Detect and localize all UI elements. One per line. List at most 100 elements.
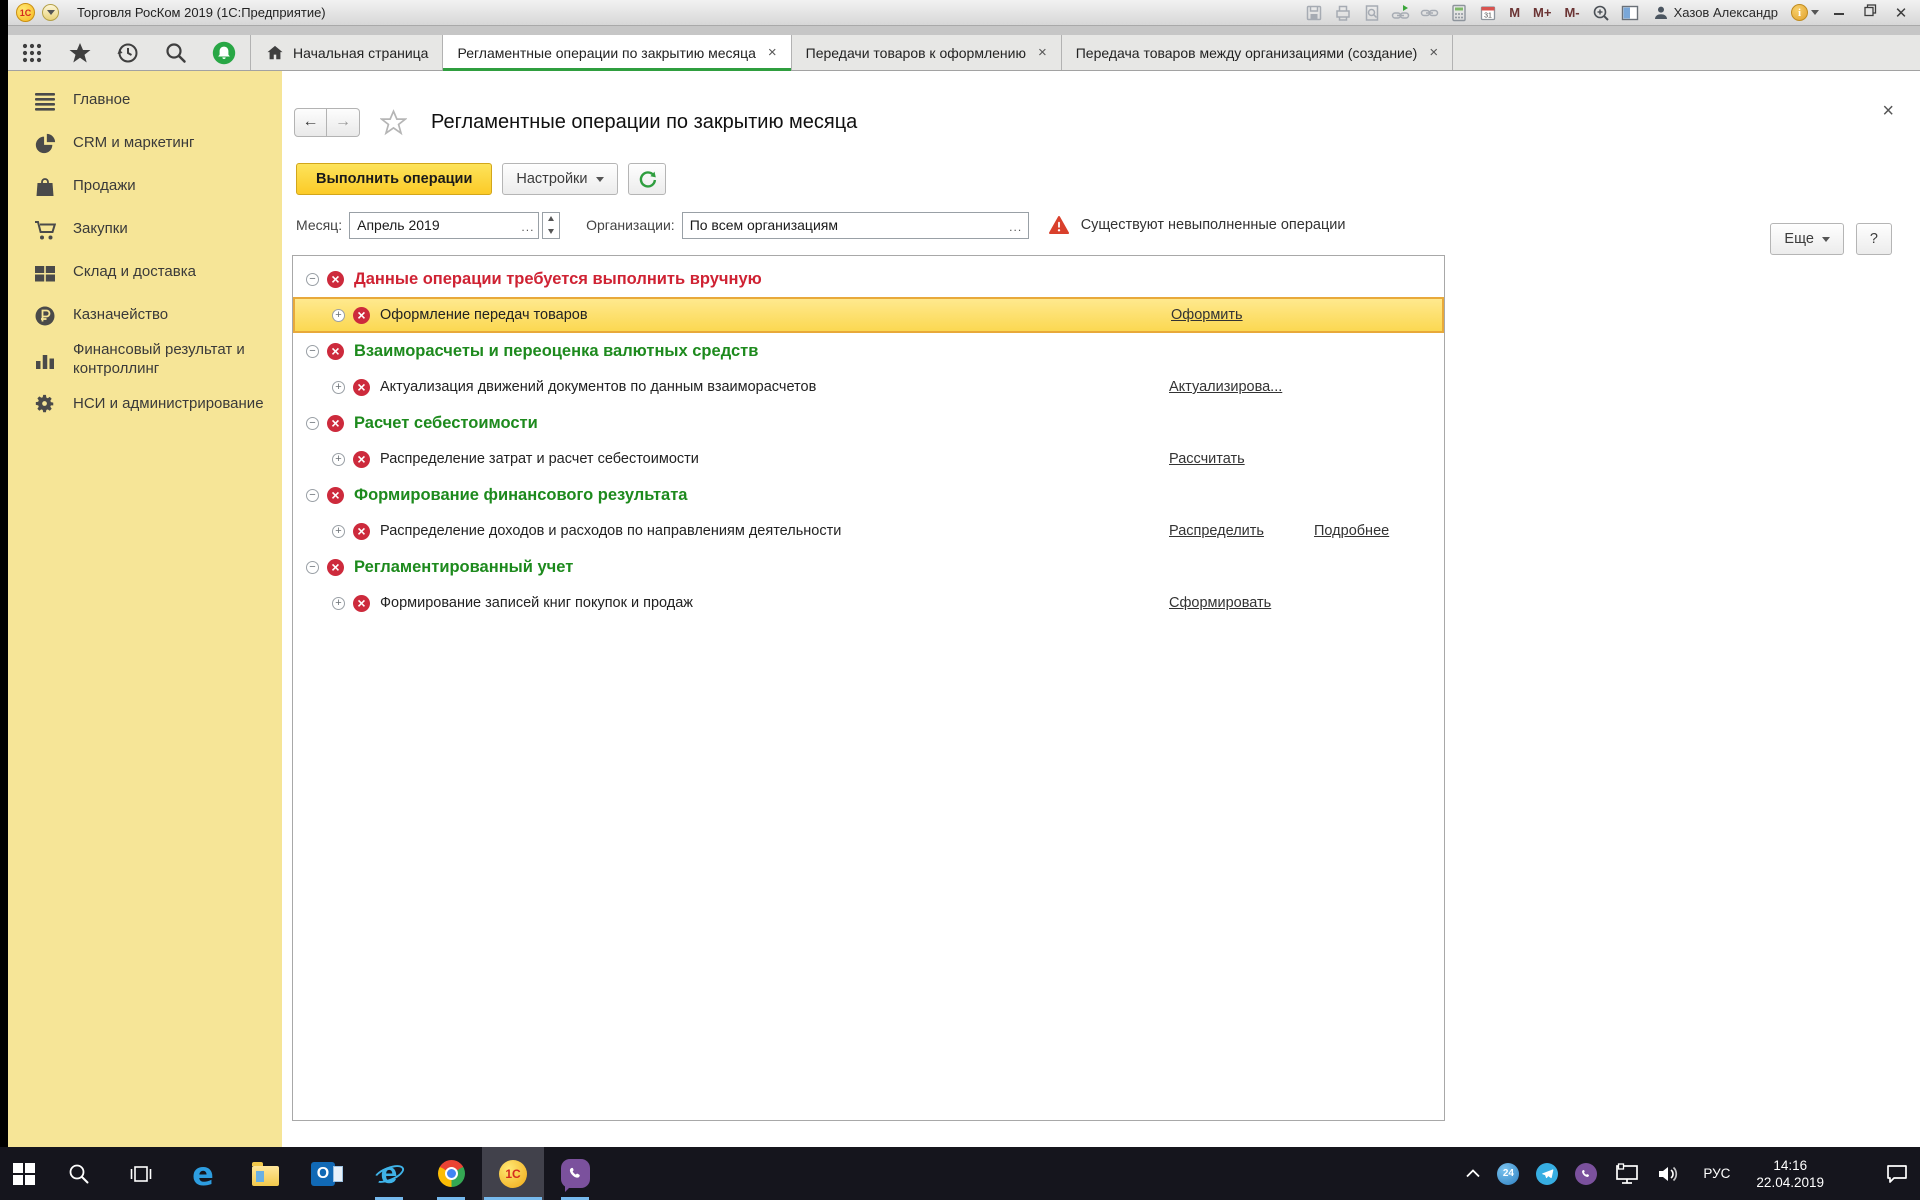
calendar-icon[interactable]: 31: [1478, 4, 1498, 22]
month-input[interactable]: [350, 213, 518, 238]
sidebar-item-purchasing[interactable]: Закупки: [8, 208, 282, 251]
expand-icon[interactable]: [332, 453, 345, 466]
tab-transfer-between-orgs[interactable]: Передача товаров между организациями (со…: [1062, 35, 1453, 70]
expand-icon[interactable]: [332, 597, 345, 610]
sidebar-item-financial-result[interactable]: Финансовый результат и контроллинг: [8, 337, 282, 383]
close-tab-icon[interactable]: [1038, 45, 1047, 60]
notification-center-button[interactable]: [1886, 1164, 1908, 1184]
favorite-star-icon[interactable]: [380, 109, 407, 136]
tab-home[interactable]: Начальная страница: [251, 35, 443, 70]
start-button[interactable]: [0, 1147, 48, 1200]
task-view-button[interactable]: [110, 1147, 172, 1200]
action-link[interactable]: Распределить: [1169, 523, 1264, 539]
memory-m-plus-button[interactable]: M+: [1531, 5, 1553, 20]
action-link[interactable]: Сформировать: [1169, 595, 1271, 611]
action-link[interactable]: Оформить: [1171, 307, 1243, 323]
current-user[interactable]: Хазов Александр: [1653, 5, 1778, 21]
details-link[interactable]: Подробнее: [1314, 523, 1389, 539]
back-button[interactable]: ←: [294, 108, 327, 137]
collapse-icon[interactable]: [306, 417, 319, 430]
network-tray-icon[interactable]: [1614, 1163, 1640, 1185]
restore-button[interactable]: [1859, 4, 1881, 21]
tray-expand-button[interactable]: [1466, 1169, 1480, 1178]
outlook-button[interactable]: O: [296, 1147, 358, 1200]
sidebar-item-sales[interactable]: Продажи: [8, 165, 282, 208]
settings-button[interactable]: Настройки: [502, 163, 617, 195]
edge-button[interactable]: e: [172, 1147, 234, 1200]
notifications-bell-icon[interactable]: [212, 41, 236, 65]
organization-picker-button[interactable]: ...: [1004, 213, 1028, 238]
tree-group-row[interactable]: Взаиморасчеты и переоценка валютных сред…: [293, 333, 1444, 369]
chevron-up-icon: [548, 216, 554, 221]
refresh-button[interactable]: [628, 163, 666, 195]
print-icon[interactable]: [1333, 4, 1353, 22]
save-icon[interactable]: [1304, 4, 1324, 22]
all-functions-menu-icon[interactable]: [20, 41, 44, 65]
language-indicator[interactable]: РУС: [1703, 1166, 1730, 1181]
stepper-down-button[interactable]: [543, 225, 559, 238]
action-link[interactable]: Рассчитать: [1169, 451, 1245, 467]
file-explorer-button[interactable]: [234, 1147, 296, 1200]
tree-group-row[interactable]: Регламентированный учет: [293, 549, 1444, 585]
close-tab-icon[interactable]: [1429, 45, 1438, 60]
tree-item-row[interactable]: Распределение затрат и расчет себестоимо…: [293, 441, 1444, 477]
more-button[interactable]: Еще: [1770, 223, 1844, 255]
history-icon[interactable]: [116, 41, 140, 65]
close-button[interactable]: ✕: [1890, 4, 1912, 22]
info-button[interactable]: i: [1791, 4, 1819, 21]
get-link-icon[interactable]: [1391, 4, 1411, 22]
taskbar-search-button[interactable]: [48, 1147, 110, 1200]
expand-icon[interactable]: [332, 525, 345, 538]
minimize-button[interactable]: [1828, 4, 1850, 21]
forward-button[interactable]: →: [327, 108, 360, 137]
error-status-icon: [327, 343, 344, 360]
sidebar-item-warehouse[interactable]: Склад и доставка: [8, 251, 282, 294]
stepper-up-button[interactable]: [543, 213, 559, 226]
taskbar-clock[interactable]: 14:16 22.04.2019: [1756, 1157, 1824, 1191]
volume-tray-icon[interactable]: [1657, 1164, 1681, 1184]
tree-group-row[interactable]: Расчет себестоимости: [293, 405, 1444, 441]
sidebar-item-crm[interactable]: CRM и маркетинг: [8, 122, 282, 165]
viber-button[interactable]: [544, 1147, 606, 1200]
collapse-icon[interactable]: [306, 489, 319, 502]
tray-badge-24-icon[interactable]: 24: [1497, 1163, 1519, 1185]
close-form-icon[interactable]: [1882, 101, 1894, 121]
1c-app-button[interactable]: 1С: [482, 1147, 544, 1200]
go-to-link-icon[interactable]: [1420, 4, 1440, 22]
memory-m-button[interactable]: M: [1507, 5, 1522, 20]
search-icon[interactable]: [164, 41, 188, 65]
calculator-icon[interactable]: [1449, 4, 1469, 22]
execute-operations-button[interactable]: Выполнить операции: [296, 163, 492, 195]
tree-item-row[interactable]: Актуализация движений документов по данн…: [293, 369, 1444, 405]
expand-icon[interactable]: [332, 381, 345, 394]
action-link[interactable]: Актуализирова...: [1169, 379, 1282, 395]
collapse-icon[interactable]: [306, 345, 319, 358]
favorites-icon[interactable]: [68, 41, 92, 65]
telegram-tray-icon[interactable]: [1536, 1163, 1558, 1185]
month-picker-button[interactable]: ...: [518, 213, 538, 238]
viber-tray-icon[interactable]: [1575, 1163, 1597, 1185]
collapse-icon[interactable]: [306, 561, 319, 574]
collapse-icon[interactable]: [306, 273, 319, 286]
tree-item-row[interactable]: Распределение доходов и расходов по напр…: [293, 513, 1444, 549]
tree-item-row-selected[interactable]: Оформление передач товаров Оформить: [293, 297, 1444, 333]
help-button[interactable]: ?: [1856, 223, 1892, 255]
tab-goods-transfers[interactable]: Передачи товаров к оформлению: [792, 35, 1062, 70]
sidebar-item-main[interactable]: Главное: [8, 79, 282, 122]
sidebar-item-treasury[interactable]: Казначейство: [8, 294, 282, 337]
close-tab-icon[interactable]: [768, 45, 777, 60]
expand-icon[interactable]: [332, 309, 345, 322]
chrome-button[interactable]: [420, 1147, 482, 1200]
system-menu-button[interactable]: [42, 4, 59, 21]
sidebar-item-administration[interactable]: НСИ и администрирование: [8, 383, 282, 426]
tree-item-row[interactable]: Формирование записей книг покупок и прод…: [293, 585, 1444, 621]
print-preview-icon[interactable]: [1362, 4, 1382, 22]
organization-input[interactable]: [683, 213, 1004, 238]
zoom-icon[interactable]: [1591, 4, 1611, 22]
tree-group-row[interactable]: Данные операции требуется выполнить вруч…: [293, 261, 1444, 297]
tree-group-row[interactable]: Формирование финансового результата: [293, 477, 1444, 513]
memory-m-minus-button[interactable]: M-: [1562, 5, 1581, 20]
internet-explorer-button[interactable]: e: [358, 1147, 420, 1200]
split-window-icon[interactable]: [1620, 4, 1640, 22]
tab-month-closing[interactable]: Регламентные операции по закрытию месяца: [443, 35, 791, 70]
